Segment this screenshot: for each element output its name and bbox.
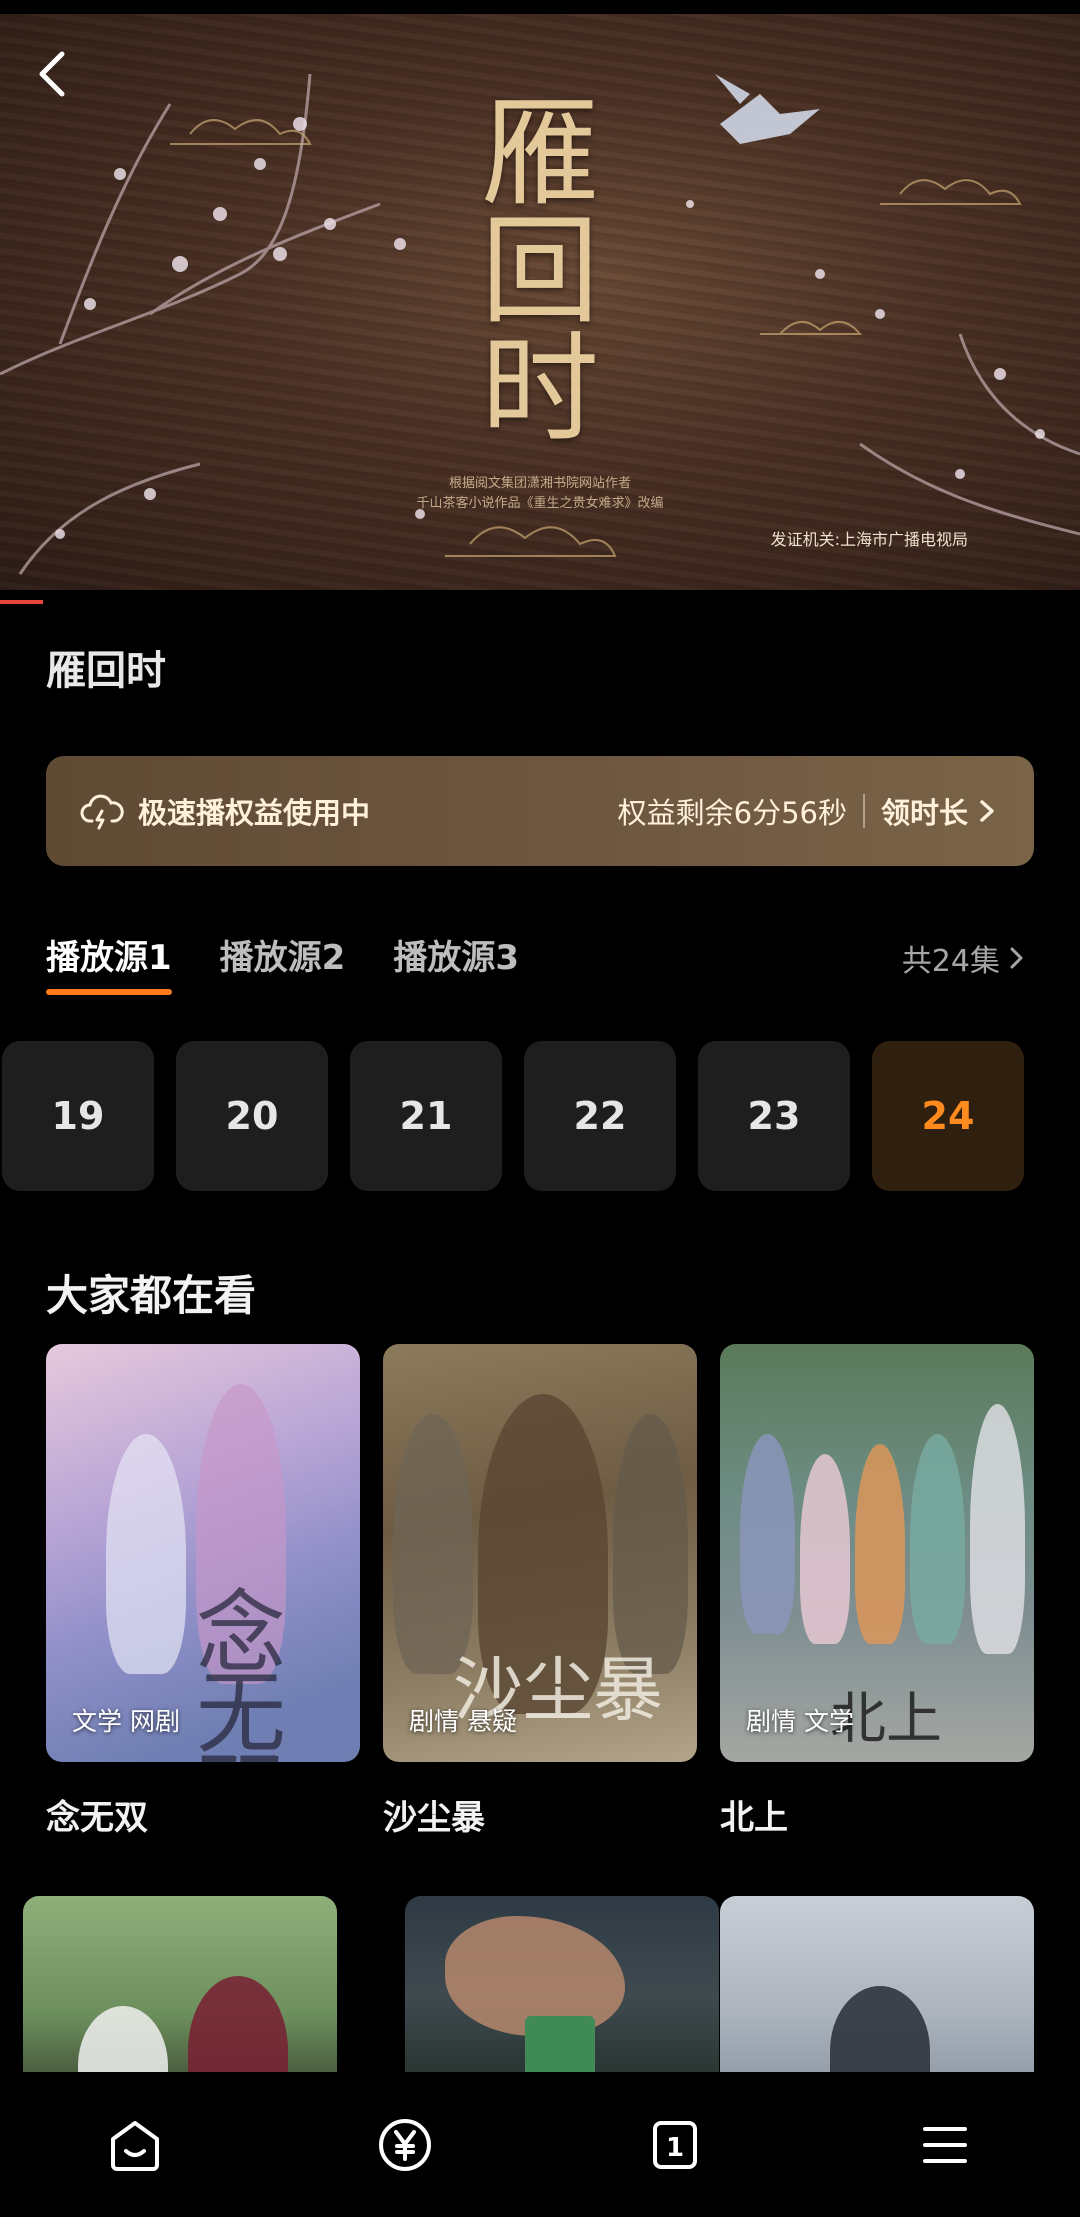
get-more-time-button[interactable]: 领时长 (881, 790, 968, 832)
episode-button-current[interactable]: 24 (872, 1041, 1024, 1191)
episode-button[interactable]: 23 (698, 1041, 850, 1191)
poster-figure (970, 1404, 1025, 1654)
license-text: 发证机关:上海市广播电视局 (770, 530, 968, 549)
back-button[interactable] (28, 44, 78, 104)
promo-divider (862, 794, 865, 828)
recommend-title: 沙尘暴 (383, 1798, 485, 1838)
episode-count-link[interactable]: 共24集 (902, 936, 1026, 980)
poster-title: 雁 回 时 (480, 84, 599, 458)
menu-icon (923, 2126, 967, 2163)
yen-coin-icon (379, 2118, 431, 2171)
source-tabs: 播放源1 播放源2 播放源3 (46, 930, 567, 995)
poster-figure (106, 1434, 186, 1674)
recommend-poster: 沙尘暴 剧情 悬疑 (383, 1344, 697, 1762)
tabs-button[interactable]: 1 (640, 2110, 710, 2180)
episode-button[interactable]: 21 (350, 1041, 502, 1191)
recommend-title: 念无双 (46, 1798, 148, 1838)
active-tab-underline (46, 989, 172, 995)
recommend-card-partial[interactable] (405, 1896, 719, 2096)
tab-count-icon: 1 (653, 2120, 697, 2169)
svg-text:1: 1 (666, 2133, 684, 2163)
recommend-card[interactable]: 北上 剧情 文学 北上 (720, 1344, 1034, 1839)
promo-label: 极速播权益使用中 (138, 796, 371, 830)
recommend-title: 北上 (720, 1798, 788, 1838)
poster-figure (740, 1434, 795, 1634)
tab-source-2[interactable]: 播放源2 (220, 930, 346, 979)
episode-button[interactable]: 19 (2, 1041, 154, 1191)
chevron-right-icon (1010, 947, 1023, 969)
tab-source-1[interactable]: 播放源1 (46, 930, 172, 995)
chevron-right-icon (980, 800, 994, 822)
speed-play-promo-bar[interactable]: 极速播权益使用中 权益剩余6分56秒 领时长 (46, 756, 1034, 866)
playback-progress-bar[interactable] (0, 600, 1080, 604)
show-title: 雁回时 (46, 648, 166, 694)
recommend-tags: 剧情 文学 (746, 1707, 854, 1736)
section-title: 大家都在看 (46, 1271, 257, 1320)
cloud-lightning-icon (80, 794, 124, 830)
poster-figure (910, 1434, 965, 1644)
poster-figure (800, 1454, 850, 1644)
home-button[interactable] (100, 2110, 170, 2180)
recommend-card-partial[interactable] (720, 1896, 1034, 2096)
wallet-button[interactable] (370, 2110, 440, 2180)
progress-fill (0, 600, 44, 604)
episode-list: 19 20 21 22 23 24 (2, 1041, 1046, 1191)
tab-source-3[interactable]: 播放源3 (393, 930, 519, 979)
recommend-card[interactable]: 沙尘暴 剧情 悬疑 沙尘暴 (383, 1344, 697, 1839)
promo-remaining-time: 权益剩余6分56秒 (617, 796, 847, 830)
poster-figure (855, 1444, 905, 1644)
recommend-poster: 北上 剧情 文学 (720, 1344, 1034, 1762)
poster-subtitle: 根据阅文集团潇湘书院网站作者 千山茶客小说作品《重生之贵女难求》改编 (416, 476, 664, 511)
episode-button[interactable]: 22 (524, 1041, 676, 1191)
recommend-card-partial[interactable] (23, 1896, 337, 2096)
recommend-poster: 念无双 文学 网剧 (46, 1344, 360, 1762)
recommend-tags: 剧情 悬疑 (409, 1707, 517, 1736)
video-player[interactable]: 雁 回 时 根据阅文集团潇湘书院网站作者 千山茶客小说作品《重生之贵女难求》改编… (0, 14, 1080, 590)
chevron-left-icon (39, 51, 65, 97)
poster-logo-text: 念无双 (196, 1581, 286, 1763)
episode-button[interactable]: 20 (176, 1041, 328, 1191)
recommend-tags: 文学 网剧 (72, 1707, 180, 1736)
bottom-navigation-bar: 1 (0, 2072, 1080, 2217)
recommend-card[interactable]: 念无双 文学 网剧 念无双 (46, 1344, 360, 1839)
menu-button[interactable] (910, 2110, 980, 2180)
home-icon (111, 2120, 159, 2171)
